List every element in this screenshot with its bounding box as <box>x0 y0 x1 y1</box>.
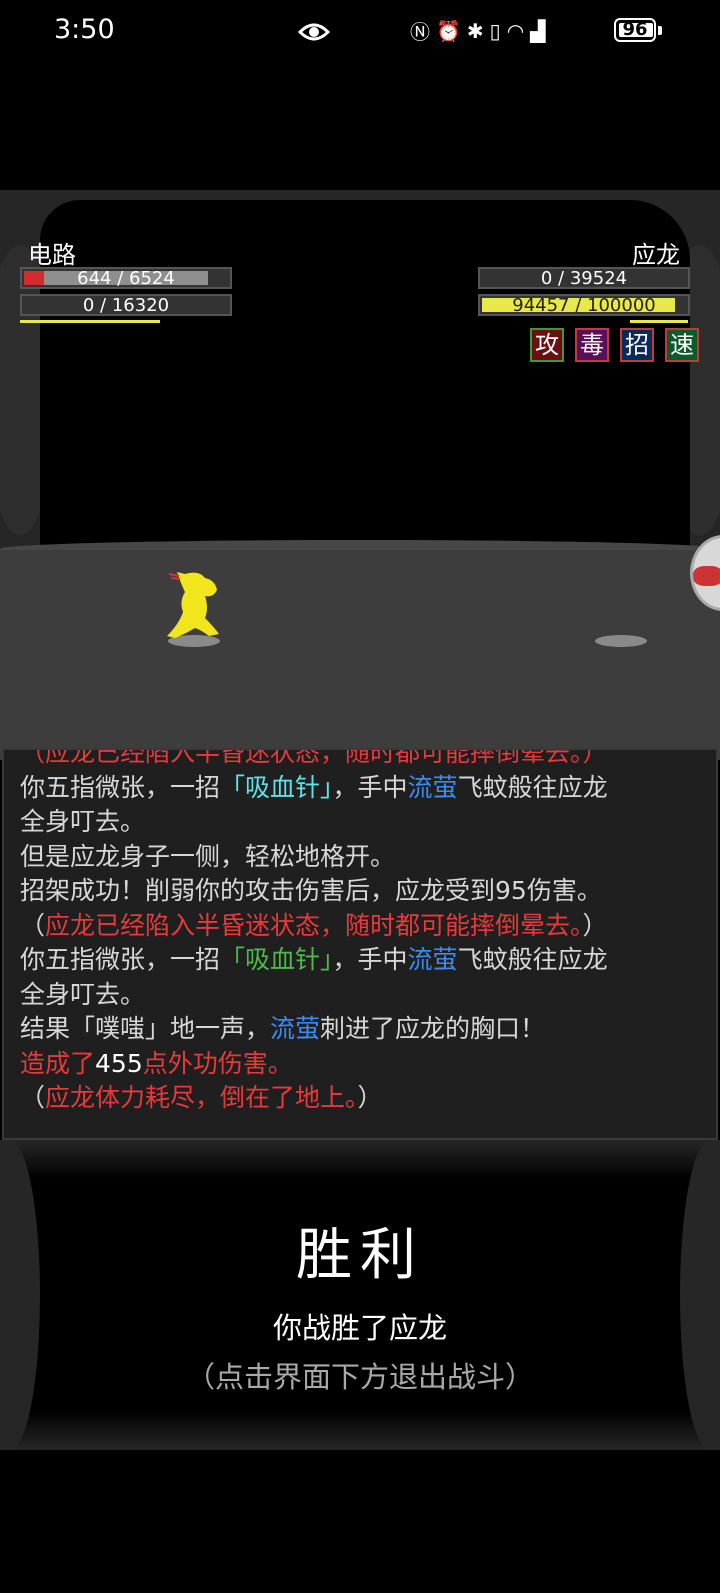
log-text: 你五指微张，一招 <box>20 772 221 802</box>
player-sprite <box>167 572 219 638</box>
battery-icon: 96 <box>614 18 656 42</box>
damage-number: 455 <box>95 1048 143 1078</box>
enemy-hp-text: 0 / 39524 <box>540 268 628 289</box>
player-hp-text: 644 / 6524 <box>77 268 175 289</box>
battle-scene[interactable]: 电路 644 / 6524 0 / 16320 应龙 0 / 39524 944… <box>0 190 720 760</box>
enemy-name: 应龙 <box>632 241 680 269</box>
enemy-mp-text: 94457 / 100000 <box>512 295 656 316</box>
log-paren: ） <box>357 1083 383 1112</box>
wifi-icon: ◠ <box>506 18 525 43</box>
damage-text: 造成了 <box>20 1048 96 1078</box>
log-line: （应龙体力耗尽，倒在了地上。） <box>20 1081 700 1116</box>
player-mp-bar: 0 / 16320 <box>20 294 232 316</box>
combat-log-content: （应龙已经陷入半昏迷状态，随时都可能摔倒晕去。） 你五指微张，一招「吸血针」，手… <box>20 748 700 1116</box>
alarm-icon: ⏰ <box>436 18 461 43</box>
4g-signal-icon: ▟ <box>530 18 546 43</box>
player-hp-bar: 644 / 6524 <box>20 267 232 289</box>
exit-hint[interactable]: （点击界面下方退出战斗） <box>0 1354 720 1396</box>
eye-icon <box>298 23 330 41</box>
ground <box>0 550 720 760</box>
nfc-icon: Ⓝ <box>410 20 430 44</box>
log-line: 造成了455点外功伤害。 <box>20 1047 700 1082</box>
log-paren: （ <box>20 910 46 940</box>
buff-speed[interactable]: 速 <box>665 328 699 362</box>
battery-text: 96 <box>622 19 648 40</box>
enemy-mp-bar: 94457 / 100000 <box>478 294 690 316</box>
status-icons: Ⓝ ⏰ ✱ ▯ ◠ ▟ <box>410 16 546 45</box>
enemy-shadow <box>595 635 647 647</box>
log-text: ，手中 <box>332 772 408 802</box>
player-mp-text: 0 / 16320 <box>82 295 170 316</box>
log-line: （应龙已经陷入半昏迷状态，随时都可能摔倒晕去。） <box>20 909 700 944</box>
player-xp-line <box>20 320 160 323</box>
status-time: 3:50 <box>54 14 115 45</box>
bluetooth-icon: ✱ <box>466 18 484 43</box>
weapon-name: 流萤 <box>407 945 458 974</box>
log-line: 但是应龙身子一侧，轻松地格开。 <box>20 841 396 871</box>
log-text: 你五指微张，一招 <box>20 945 221 974</box>
weapon-name: 流萤 <box>407 772 458 802</box>
log-line: 你五指微张，一招「吸血针」，手中流萤飞蚊般往应龙 <box>20 943 700 978</box>
status-alert: 应龙已经陷入半昏迷状态，随时都可能摔倒晕去。 <box>45 910 583 940</box>
log-text: ，手中 <box>332 945 408 974</box>
log-text: 刺进了应龙的胸口！ <box>320 1014 546 1043</box>
log-line-cut: （应龙已经陷入半昏迷状态，随时都可能摔倒晕去。） <box>20 748 608 767</box>
status-alert: 应龙体力耗尽，倒在了地上。 <box>45 1083 358 1112</box>
log-line: 招架成功！削弱你的攻击伤害后，应龙受到95伤害。 <box>20 876 602 905</box>
log-line: 结果「噗嗤」地一声，流萤刺进了应龙的胸口！ <box>20 1012 700 1047</box>
victory-message: 你战胜了应龙 <box>272 1311 447 1345</box>
panel-smoke <box>0 1140 720 1450</box>
status-bar: 3:50 Ⓝ ⏰ ✱ ▯ ◠ ▟ 96 <box>0 0 720 70</box>
victory-title: 胜利 <box>296 1223 424 1288</box>
log-paren: ） <box>582 910 608 940</box>
combat-log[interactable]: （应龙已经陷入半昏迷状态，随时都可能摔倒晕去。） 你五指微张，一招「吸血针」，手… <box>2 748 718 1140</box>
vibrate-icon: ▯ <box>489 18 501 43</box>
damage-text: 点外功伤害。 <box>142 1048 293 1078</box>
log-line: 全身叮去。 <box>20 979 146 1009</box>
skill-name: 「吸血针」 <box>220 772 333 802</box>
victory-panel[interactable]: 胜利 你战胜了应龙 （点击界面下方退出战斗） <box>0 1140 720 1450</box>
buff-attack[interactable]: 攻 <box>530 328 564 362</box>
log-text: 飞蚊般往应龙 <box>457 945 608 974</box>
skill-name: 「吸血针」 <box>220 945 333 974</box>
log-text: 飞蚊般往应龙 <box>457 772 608 802</box>
enemy-hp-bar: 0 / 39524 <box>478 267 690 289</box>
log-line: 全身叮去。 <box>20 807 146 836</box>
battery-tip <box>658 26 662 35</box>
buff-poison[interactable]: 毒 <box>575 328 609 362</box>
player-name: 电路 <box>28 241 76 269</box>
log-text: 结果「噗嗤」地一声， <box>20 1014 271 1043</box>
log-line: 你五指微张，一招「吸血针」，手中流萤飞蚊般往应龙 <box>20 771 700 806</box>
log-paren: （ <box>20 1083 46 1112</box>
weapon-name: 流萤 <box>270 1014 321 1043</box>
enemy-xp-line <box>630 320 688 323</box>
buff-skill[interactable]: 招 <box>620 328 654 362</box>
